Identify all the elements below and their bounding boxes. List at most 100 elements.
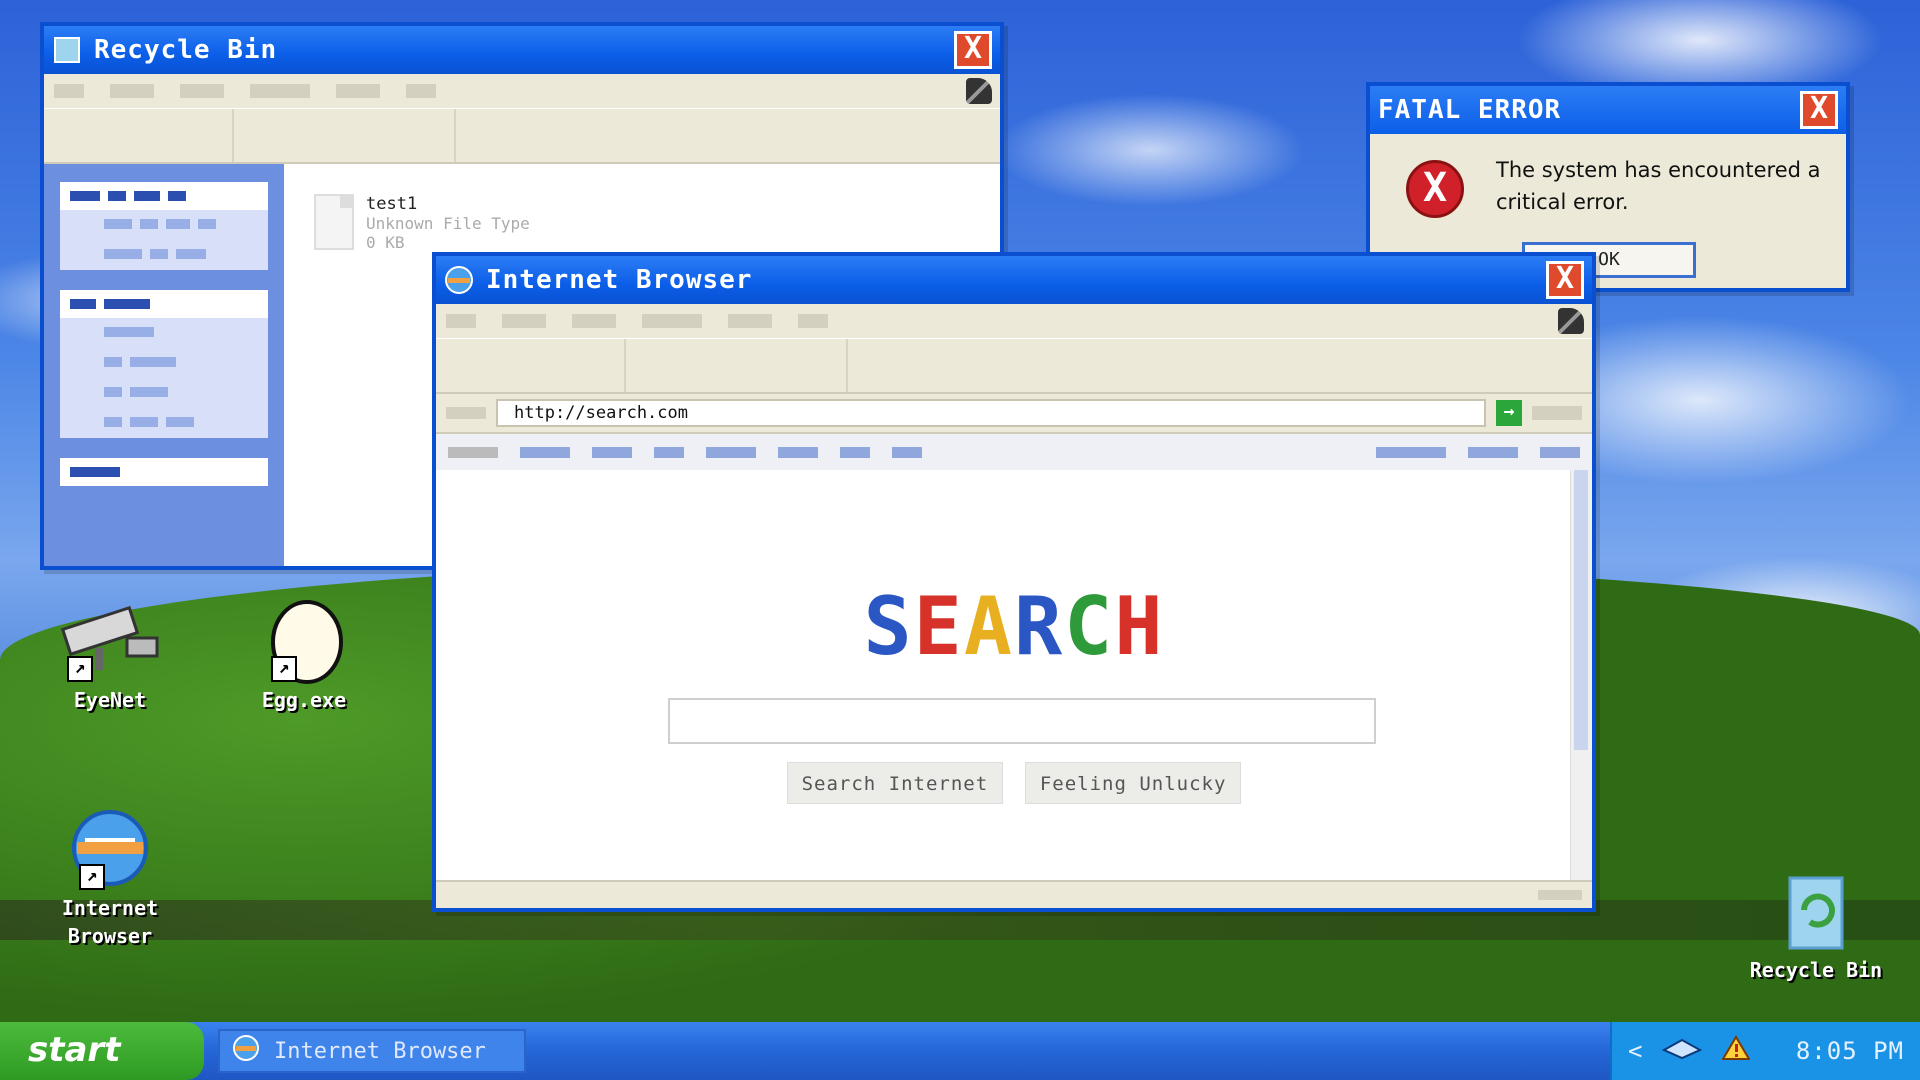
taskbar: start Internet Browser < 8:05 PM bbox=[0, 1022, 1920, 1080]
links-placeholder bbox=[1532, 406, 1582, 420]
egg-icon: ↗ bbox=[259, 600, 349, 684]
logo-letter: H bbox=[1114, 580, 1165, 673]
toolbar bbox=[436, 338, 1592, 394]
browser-globe-icon: ↗ bbox=[67, 808, 153, 890]
link[interactable] bbox=[778, 446, 818, 458]
recycle-bin-icon bbox=[1776, 870, 1856, 950]
search-logo: SEARCH bbox=[436, 580, 1592, 673]
logo-letter: R bbox=[1014, 580, 1065, 673]
link[interactable] bbox=[448, 446, 498, 458]
internet-browser-window: Internet Browser X → SEARCH bbox=[432, 252, 1596, 912]
warning-icon[interactable] bbox=[1721, 1035, 1752, 1067]
browser-globe-icon bbox=[444, 265, 474, 295]
recycle-bin-icon bbox=[52, 35, 82, 65]
menubar bbox=[436, 304, 1592, 338]
links-bar bbox=[436, 434, 1592, 470]
link[interactable] bbox=[592, 446, 632, 458]
windows-flag-icon bbox=[1558, 308, 1584, 334]
window-title: Recycle Bin bbox=[94, 35, 278, 65]
menu-item[interactable] bbox=[250, 84, 310, 98]
address-bar: → bbox=[436, 394, 1592, 434]
menu-item[interactable] bbox=[406, 84, 436, 98]
menubar bbox=[44, 74, 1000, 108]
desktop-icon-eyenet[interactable]: ↗ EyeNet bbox=[30, 600, 190, 714]
network-icon[interactable] bbox=[1662, 1036, 1703, 1066]
titlebar[interactable]: Internet Browser X bbox=[436, 256, 1592, 304]
titlebar[interactable]: FATAL ERROR X bbox=[1370, 86, 1846, 134]
close-button[interactable]: X bbox=[1800, 91, 1838, 129]
desktop-icon-internet-browser[interactable]: ↗ Internet Browser bbox=[30, 808, 190, 950]
taskbar-button-internet-browser[interactable]: Internet Browser bbox=[218, 1029, 526, 1073]
tasks-pane bbox=[44, 164, 284, 566]
desktop-icon-egg[interactable]: ↗ Egg.exe bbox=[224, 600, 384, 714]
error-icon: X bbox=[1406, 160, 1464, 218]
toolbar-section[interactable] bbox=[436, 339, 626, 392]
menu-item[interactable] bbox=[336, 84, 380, 98]
logo-letter: A bbox=[963, 580, 1014, 673]
clock: 8:05 PM bbox=[1795, 1037, 1904, 1065]
task-group bbox=[60, 290, 268, 438]
camera-icon: ↗ bbox=[55, 600, 165, 682]
titlebar[interactable]: Recycle Bin X bbox=[44, 26, 1000, 74]
file-item[interactable]: test1 Unknown File Type 0 KB bbox=[314, 194, 530, 252]
chevron-left-icon[interactable]: < bbox=[1628, 1037, 1642, 1065]
logo-letter: C bbox=[1064, 580, 1115, 673]
dialog-title: FATAL ERROR bbox=[1378, 95, 1562, 125]
close-button[interactable]: X bbox=[954, 31, 992, 69]
file-name: test1 bbox=[366, 194, 418, 214]
shortcut-arrow-icon: ↗ bbox=[67, 656, 93, 682]
menu-item[interactable] bbox=[54, 84, 84, 98]
menu-item[interactable] bbox=[572, 314, 616, 328]
toolbar-section[interactable] bbox=[44, 109, 234, 162]
shortcut-arrow-icon: ↗ bbox=[271, 656, 297, 682]
menu-item[interactable] bbox=[110, 84, 154, 98]
link[interactable] bbox=[1540, 446, 1580, 458]
link[interactable] bbox=[520, 446, 570, 458]
task-group bbox=[60, 182, 268, 270]
logo-letter: E bbox=[913, 580, 964, 673]
file-icon bbox=[314, 194, 354, 250]
desktop-icon-label: Internet Browser bbox=[61, 896, 159, 948]
link[interactable] bbox=[706, 446, 756, 458]
link[interactable] bbox=[1376, 446, 1446, 458]
url-input[interactable] bbox=[496, 399, 1486, 427]
logo-letter: S bbox=[863, 580, 914, 673]
desktop-icon-recycle-bin[interactable]: Recycle Bin bbox=[1736, 870, 1896, 984]
file-type: Unknown File Type bbox=[366, 214, 530, 233]
scrollbar[interactable] bbox=[1570, 470, 1592, 880]
link[interactable] bbox=[892, 446, 922, 458]
menu-item[interactable] bbox=[798, 314, 828, 328]
close-button[interactable]: X bbox=[1546, 261, 1584, 299]
start-button[interactable]: start bbox=[0, 1022, 204, 1080]
taskbar-button-label: Internet Browser bbox=[274, 1038, 486, 1064]
status-indicator bbox=[1538, 890, 1582, 900]
link[interactable] bbox=[654, 446, 684, 458]
toolbar-section[interactable] bbox=[626, 339, 848, 392]
desktop-icon-label: EyeNet bbox=[73, 688, 147, 712]
file-size: 0 KB bbox=[366, 233, 405, 252]
desktop-icon-label: Egg.exe bbox=[261, 688, 347, 712]
status-bar bbox=[436, 880, 1592, 908]
menu-item[interactable] bbox=[446, 314, 476, 328]
search-internet-button[interactable]: Search Internet bbox=[786, 762, 1004, 804]
desktop-icon-label: Recycle Bin bbox=[1749, 958, 1883, 982]
error-message: The system has encountered a critical er… bbox=[1496, 158, 1821, 214]
system-tray: < 8:05 PM bbox=[1610, 1022, 1920, 1080]
link[interactable] bbox=[840, 446, 870, 458]
browser-globe-icon bbox=[232, 1034, 260, 1068]
menu-item[interactable] bbox=[180, 84, 224, 98]
menu-item[interactable] bbox=[728, 314, 772, 328]
task-group bbox=[60, 458, 268, 486]
menu-item[interactable] bbox=[642, 314, 702, 328]
feeling-unlucky-button[interactable]: Feeling Unlucky bbox=[1024, 762, 1242, 804]
go-button[interactable]: → bbox=[1496, 400, 1522, 426]
menu-item[interactable] bbox=[502, 314, 546, 328]
window-title: Internet Browser bbox=[486, 265, 753, 295]
web-page: SEARCH Search Internet Feeling Unlucky bbox=[436, 470, 1592, 880]
search-input[interactable] bbox=[668, 698, 1376, 744]
link[interactable] bbox=[1468, 446, 1518, 458]
toolbar-section[interactable] bbox=[234, 109, 456, 162]
address-label bbox=[446, 407, 486, 419]
shortcut-arrow-icon: ↗ bbox=[79, 864, 105, 890]
scrollbar-thumb[interactable] bbox=[1574, 470, 1588, 750]
